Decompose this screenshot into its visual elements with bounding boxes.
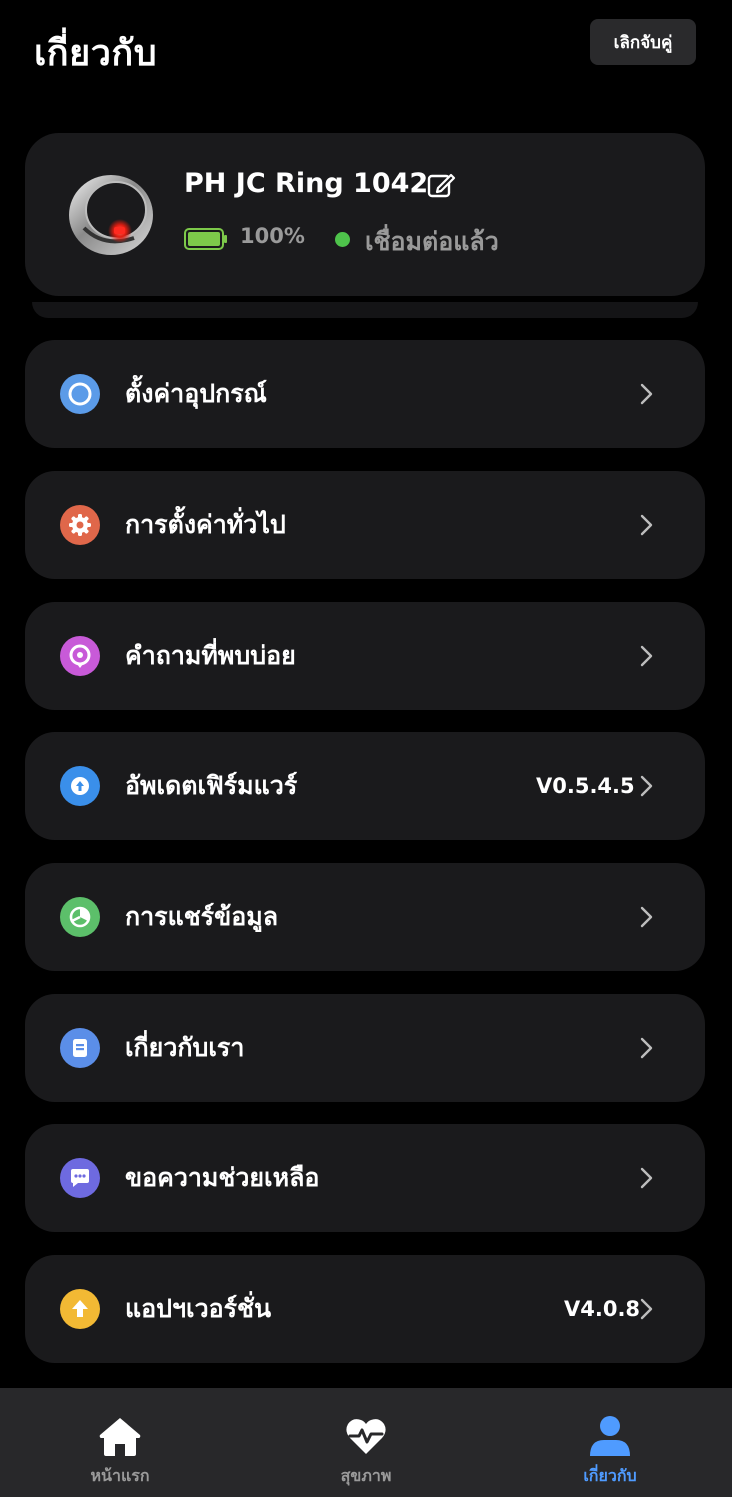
tab-label: เกี่ยวกับ [583,1466,637,1485]
chevron-right-icon [640,383,653,405]
battery-percent: 100% [240,224,305,248]
menu-item-data-sharing[interactable]: การแชร์ข้อมูล [25,863,705,971]
bottom-tab-bar: หน้าแรก สุขภาพ เกี่ยวกับ [0,1388,732,1497]
menu-item-device-settings[interactable]: ตั้งค่าอุปกรณ์ [25,340,705,448]
menu-label: ตั้งค่าอุปกรณ์ [125,379,267,408]
chevron-right-icon [640,1037,653,1059]
heart-pulse-icon [346,1419,386,1454]
menu-label: คำถามที่พบบ่อย [125,641,296,670]
menu-item-general-settings[interactable]: การตั้งค่าทั่วไป [25,471,705,579]
question-icon [60,636,100,676]
chat-help-icon [60,1158,100,1198]
gear-icon [60,505,100,545]
edit-icon[interactable] [426,171,456,201]
menu-label: เกี่ยวกับเรา [125,1033,245,1062]
smart-ring-icon [69,175,153,255]
chevron-right-icon [640,645,653,667]
menu-label: การแชร์ข้อมูล [125,902,279,931]
connection-status: เชื่อมต่อแล้ว [365,227,499,256]
unpair-button[interactable]: เลิกจับคู่ [590,19,696,65]
tab-label: หน้าแรก [90,1466,150,1485]
page-title: เกี่ยวกับ [34,33,158,74]
battery-icon [184,228,227,250]
ring-circle-icon [60,374,100,414]
menu-label: การตั้งค่าทั่วไป [125,510,286,539]
connection-status-dot [335,232,350,247]
chevron-right-icon [640,1167,653,1189]
device-card-shadow [32,302,698,318]
menu-item-about-us[interactable]: เกี่ยวกับเรา [25,994,705,1102]
info-card-icon [60,1028,100,1068]
app-version-icon [60,1289,100,1329]
home-icon [99,1418,141,1456]
chevron-right-icon [640,906,653,928]
menu-label: แอปฯเวอร์ชั่น [125,1294,272,1323]
menu-label: ขอความช่วยเหลือ [125,1163,320,1192]
device-name: PH JC Ring 1042 [184,168,429,199]
firmware-version: V0.5.4.5 [536,774,635,798]
menu-label: อัพเดตเฟิร์มแวร์ [125,771,298,800]
tab-label: สุขภาพ [340,1466,392,1485]
share-data-icon [60,897,100,937]
menu-item-app-version[interactable]: แอปฯเวอร์ชั่น V4.0.8 [25,1255,705,1363]
firmware-update-icon [60,766,100,806]
chevron-right-icon [640,514,653,536]
person-icon [590,1416,630,1456]
menu-item-get-help[interactable]: ขอความช่วยเหลือ [25,1124,705,1232]
app-version: V4.0.8 [564,1297,641,1321]
menu-item-firmware-update[interactable]: อัพเดตเฟิร์มแวร์ V0.5.4.5 [25,732,705,840]
tab-about[interactable]: เกี่ยวกับ [490,1388,730,1497]
chevron-right-icon [640,1298,653,1320]
menu-item-faq[interactable]: คำถามที่พบบ่อย [25,602,705,710]
tab-home[interactable]: หน้าแรก [0,1388,240,1497]
header: เกี่ยวกับ เลิกจับคู่ [0,0,732,100]
tab-health[interactable]: สุขภาพ [246,1388,486,1497]
chevron-right-icon [640,775,653,797]
